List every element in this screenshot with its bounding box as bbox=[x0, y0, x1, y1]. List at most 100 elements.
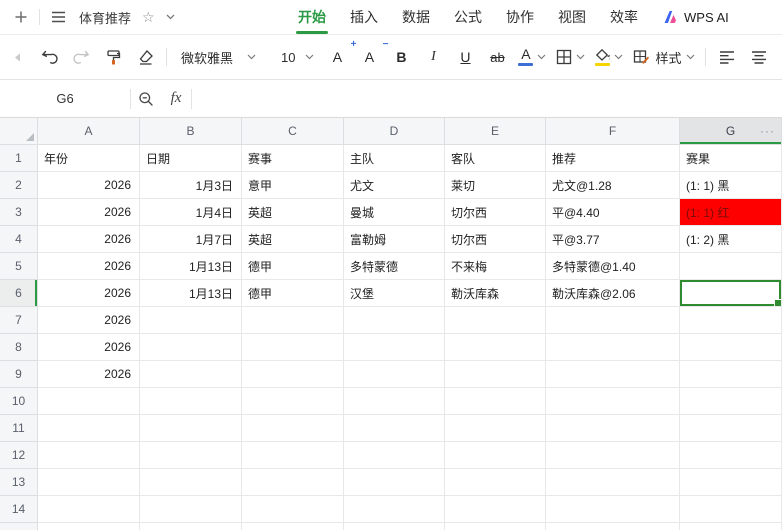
cell-b10[interactable] bbox=[140, 388, 242, 415]
cell-f14[interactable] bbox=[546, 496, 680, 523]
font-color-button[interactable]: A bbox=[518, 43, 546, 71]
cell-c11[interactable] bbox=[242, 415, 344, 442]
cell-b13[interactable] bbox=[140, 469, 242, 496]
cell-g10[interactable] bbox=[680, 388, 782, 415]
select-all-corner[interactable] bbox=[0, 118, 38, 145]
cell-c14[interactable] bbox=[242, 496, 344, 523]
column-header-g[interactable]: G ··· bbox=[680, 118, 782, 145]
row-header-8[interactable]: 8 bbox=[0, 334, 38, 361]
cell-a11[interactable] bbox=[38, 415, 140, 442]
cell-g6[interactable] bbox=[680, 280, 782, 307]
column-header-e[interactable]: E bbox=[445, 118, 546, 145]
font-name-select[interactable]: 微软雅黑 bbox=[177, 48, 269, 67]
cell-c15[interactable] bbox=[242, 523, 344, 530]
cell-d2[interactable]: 尤文 bbox=[344, 172, 445, 199]
cell-a7[interactable]: 2026 bbox=[38, 307, 140, 334]
cell-e6[interactable]: 勒沃库森 bbox=[445, 280, 546, 307]
cell-e5[interactable]: 不来梅 bbox=[445, 253, 546, 280]
row-header-10[interactable]: 10 bbox=[0, 388, 38, 415]
italic-button[interactable]: I bbox=[422, 43, 444, 71]
cell-f4[interactable]: 平@3.77 bbox=[546, 226, 680, 253]
column-header-b[interactable]: B bbox=[140, 118, 242, 145]
cell-e10[interactable] bbox=[445, 388, 546, 415]
borders-button[interactable] bbox=[556, 43, 585, 71]
cell-f7[interactable] bbox=[546, 307, 680, 334]
cell-g2[interactable]: (1: 1) 黑 bbox=[680, 172, 782, 199]
cell-f6[interactable]: 勒沃库森@2.06 bbox=[546, 280, 680, 307]
cell-b3[interactable]: 1月4日 bbox=[140, 199, 242, 226]
tab-view[interactable]: 视图 bbox=[556, 0, 588, 34]
cell-b11[interactable] bbox=[140, 415, 242, 442]
cell-c5[interactable]: 德甲 bbox=[242, 253, 344, 280]
cell-e12[interactable] bbox=[445, 442, 546, 469]
tab-efficiency[interactable]: 效率 bbox=[608, 0, 640, 34]
cell-a13[interactable] bbox=[38, 469, 140, 496]
cell-c1[interactable]: 赛事 bbox=[242, 145, 344, 172]
cell-b9[interactable] bbox=[140, 361, 242, 388]
cell-d14[interactable] bbox=[344, 496, 445, 523]
cell-a6[interactable]: 2026 bbox=[38, 280, 140, 307]
cell-a9[interactable]: 2026 bbox=[38, 361, 140, 388]
column-header-c[interactable]: C bbox=[242, 118, 344, 145]
name-box[interactable]: G6 bbox=[0, 91, 130, 106]
column-header-d[interactable]: D bbox=[344, 118, 445, 145]
cell-c2[interactable]: 意甲 bbox=[242, 172, 344, 199]
cell-g15[interactable] bbox=[680, 523, 782, 530]
row-header-13[interactable]: 13 bbox=[0, 469, 38, 496]
cell-c8[interactable] bbox=[242, 334, 344, 361]
redo-icon[interactable] bbox=[70, 43, 92, 71]
cell-f5[interactable]: 多特蒙德@1.40 bbox=[546, 253, 680, 280]
cell-c7[interactable] bbox=[242, 307, 344, 334]
cell-b6[interactable]: 1月13日 bbox=[140, 280, 242, 307]
cell-d11[interactable] bbox=[344, 415, 445, 442]
cell-a12[interactable] bbox=[38, 442, 140, 469]
cell-e13[interactable] bbox=[445, 469, 546, 496]
cell-a14[interactable] bbox=[38, 496, 140, 523]
cell-b15[interactable] bbox=[140, 523, 242, 530]
cell-d4[interactable]: 富勒姆 bbox=[344, 226, 445, 253]
cell-f15[interactable] bbox=[546, 523, 680, 530]
cell-b12[interactable] bbox=[140, 442, 242, 469]
cell-g13[interactable] bbox=[680, 469, 782, 496]
cell-a1[interactable]: 年份 bbox=[38, 145, 140, 172]
cell-e15[interactable] bbox=[445, 523, 546, 530]
cell-d6[interactable]: 汉堡 bbox=[344, 280, 445, 307]
cell-a2[interactable]: 2026 bbox=[38, 172, 140, 199]
cell-b2[interactable]: 1月3日 bbox=[140, 172, 242, 199]
tab-data[interactable]: 数据 bbox=[400, 0, 432, 34]
more-columns-icon[interactable]: ··· bbox=[760, 124, 775, 138]
zoom-search-icon[interactable] bbox=[131, 86, 161, 112]
strikethrough-button[interactable]: ab bbox=[486, 43, 508, 71]
cell-f9[interactable] bbox=[546, 361, 680, 388]
cell-f2[interactable]: 尤文@1.28 bbox=[546, 172, 680, 199]
formula-input[interactable] bbox=[192, 80, 782, 117]
font-size-select[interactable]: 10 bbox=[279, 50, 316, 65]
column-header-a[interactable]: A bbox=[38, 118, 140, 145]
cell-d3[interactable]: 曼城 bbox=[344, 199, 445, 226]
cell-g7[interactable] bbox=[680, 307, 782, 334]
cell-g5[interactable] bbox=[680, 253, 782, 280]
cell-f1[interactable]: 推荐 bbox=[546, 145, 680, 172]
cell-d7[interactable] bbox=[344, 307, 445, 334]
row-header-1[interactable]: 1 bbox=[0, 145, 38, 172]
cell-g3[interactable]: (1: 1) 红 bbox=[680, 199, 782, 226]
cell-e11[interactable] bbox=[445, 415, 546, 442]
cell-b7[interactable] bbox=[140, 307, 242, 334]
cell-g14[interactable] bbox=[680, 496, 782, 523]
cell-b5[interactable]: 1月13日 bbox=[140, 253, 242, 280]
decrease-font-size-button[interactable]: A − bbox=[358, 39, 389, 71]
title-chevron-down-icon[interactable] bbox=[166, 14, 175, 20]
cell-a4[interactable]: 2026 bbox=[38, 226, 140, 253]
cell-a5[interactable]: 2026 bbox=[38, 253, 140, 280]
fill-color-button[interactable] bbox=[595, 43, 623, 71]
cell-f10[interactable] bbox=[546, 388, 680, 415]
cell-c6[interactable]: 德甲 bbox=[242, 280, 344, 307]
cell-b14[interactable] bbox=[140, 496, 242, 523]
cell-e9[interactable] bbox=[445, 361, 546, 388]
new-tab-plus-icon[interactable] bbox=[14, 10, 28, 24]
cell-f3[interactable]: 平@4.40 bbox=[546, 199, 680, 226]
cell-c12[interactable] bbox=[242, 442, 344, 469]
eraser-icon[interactable] bbox=[134, 43, 156, 71]
cell-c10[interactable] bbox=[242, 388, 344, 415]
cell-g9[interactable] bbox=[680, 361, 782, 388]
